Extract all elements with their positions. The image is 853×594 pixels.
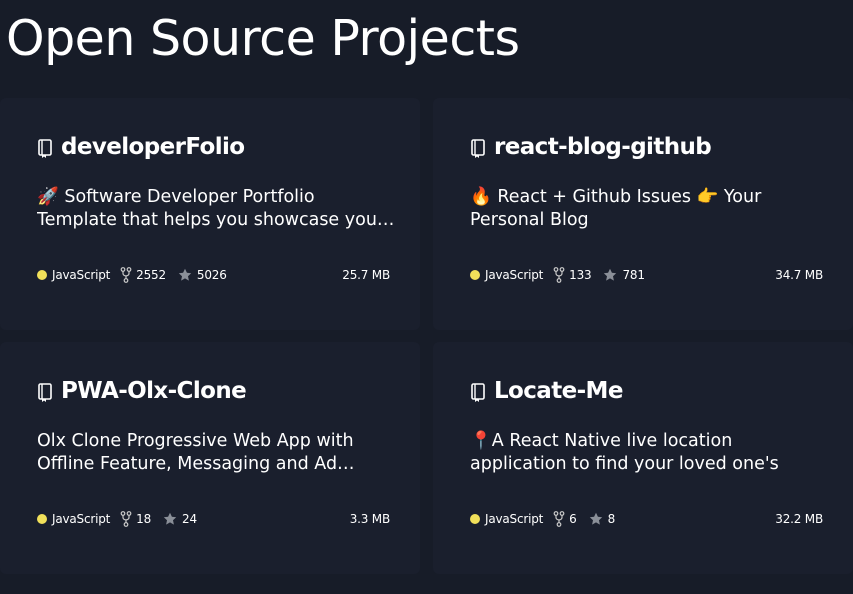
fork-icon (553, 267, 565, 283)
repo-stars: 24 (182, 512, 197, 526)
language-dot (470, 270, 480, 280)
project-card-developerfolio[interactable]: developerFolio 🚀 Software Developer Port… (0, 98, 420, 330)
repo-size: 3.3 MB (349, 512, 390, 526)
repo-forks: 133 (569, 268, 592, 282)
repo-name[interactable]: PWA-Olx-Clone (61, 378, 247, 404)
section-title: Open Source Projects (6, 10, 520, 67)
star-icon (178, 268, 192, 281)
project-card-react-blog-github[interactable]: react-blog-github 🔥 React + Github Issue… (433, 98, 853, 330)
repo-size: 25.7 MB (342, 268, 390, 282)
star-icon (163, 512, 177, 525)
repo-language: JavaScript (52, 268, 111, 282)
repo-stars: 781 (622, 268, 645, 282)
star-icon (604, 268, 617, 281)
repo-stats: JavaScript 133 781 34.7 MB (470, 266, 823, 284)
repo-description: Olx Clone Progressive Web App with Offli… (37, 431, 354, 474)
project-card-locate-me[interactable]: Locate-Me 📍A React Native live location … (433, 342, 853, 574)
repo-header: developerFolio (37, 134, 245, 160)
repo-name[interactable]: react-blog-github (494, 134, 712, 160)
repo-header: react-blog-github (470, 134, 712, 160)
fork-icon (553, 511, 565, 527)
repo-book-icon (471, 383, 485, 402)
repo-description: 🚀 Software Developer Portfolio Template … (37, 187, 385, 230)
repo-name[interactable]: Locate-Me (494, 378, 623, 404)
repo-size: 34.7 MB (775, 268, 823, 282)
repo-size: 32.2 MB (775, 512, 823, 526)
repo-header: Locate-Me (470, 378, 623, 404)
repo-forks: 6 (569, 512, 577, 526)
fork-icon (120, 267, 132, 283)
repo-name[interactable]: developerFolio (61, 134, 245, 160)
repo-language: JavaScript (485, 268, 544, 282)
repo-language: JavaScript (485, 512, 544, 526)
repo-language: JavaScript (52, 512, 111, 526)
repo-description: 🔥 React + Github Issues 👉 Your Personal … (470, 187, 762, 230)
language-dot (470, 514, 480, 524)
repo-book-icon (38, 139, 52, 158)
repo-forks: 18 (136, 512, 152, 526)
project-card-pwa-olx-clone[interactable]: PWA-Olx-Clone Olx Clone Progressive Web … (0, 342, 420, 574)
repo-header: PWA-Olx-Clone (37, 378, 247, 404)
language-dot (37, 270, 47, 280)
repo-stats: JavaScript 6 8 32.2 MB (470, 510, 823, 528)
repo-stats: JavaScript 2552 5026 25.7 MB (37, 266, 390, 284)
fork-icon (120, 511, 132, 527)
star-icon (589, 512, 602, 525)
language-dot (37, 514, 47, 524)
repo-book-icon (471, 139, 485, 158)
repo-description: 📍A React Native live location applicatio… (470, 431, 779, 474)
open-source-projects-section: Open Source Projects developerFolio 🚀 So… (0, 0, 853, 594)
repo-book-icon (38, 383, 52, 402)
repo-stars: 8 (607, 512, 616, 526)
repo-stats: JavaScript 18 24 3.3 MB (37, 510, 390, 528)
repo-stars: 5026 (196, 268, 227, 282)
repo-forks: 2552 (136, 268, 166, 282)
